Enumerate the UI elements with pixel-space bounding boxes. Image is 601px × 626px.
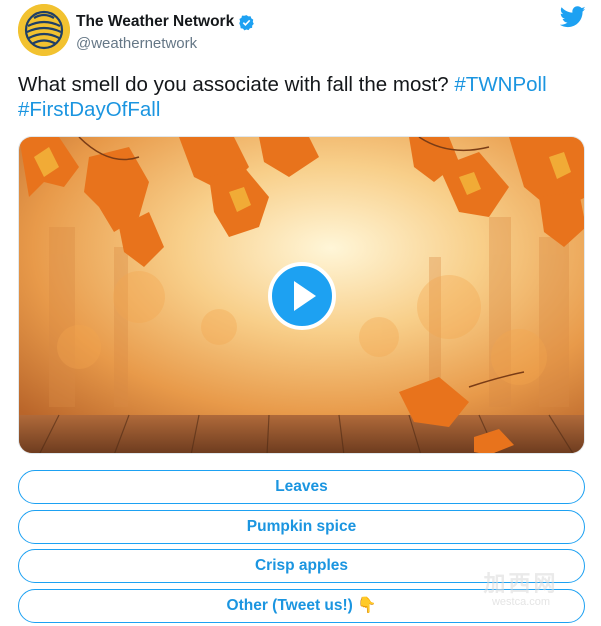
play-icon [294, 281, 316, 311]
name-row: The Weather Network [76, 13, 255, 31]
hashtag-firstdayoffall[interactable]: #FirstDayOfFall [18, 98, 160, 121]
verified-badge-icon [238, 14, 255, 31]
twitter-bird-icon[interactable] [560, 6, 586, 28]
play-button[interactable] [268, 262, 336, 330]
watermark-cjk: 加西网 [483, 571, 559, 596]
tweet-text: What smell do you associate with fall th… [18, 72, 588, 122]
watermark: 加西网 westca.com [466, 566, 576, 608]
account-handle[interactable]: @weathernetwork [76, 35, 197, 52]
display-name[interactable]: The Weather Network [76, 13, 234, 31]
poll-option-leaves[interactable]: Leaves [18, 470, 585, 504]
weather-network-logo-icon[interactable] [18, 4, 70, 56]
video-thumbnail[interactable] [18, 136, 585, 454]
tweet-header: The Weather Network @weathernetwork [18, 4, 588, 56]
tweet-text-body: What smell do you associate with fall th… [18, 73, 455, 96]
poll-option-pumpkin-spice[interactable]: Pumpkin spice [18, 509, 585, 544]
hashtag-twnpoll[interactable]: #TWNPoll [454, 73, 546, 96]
